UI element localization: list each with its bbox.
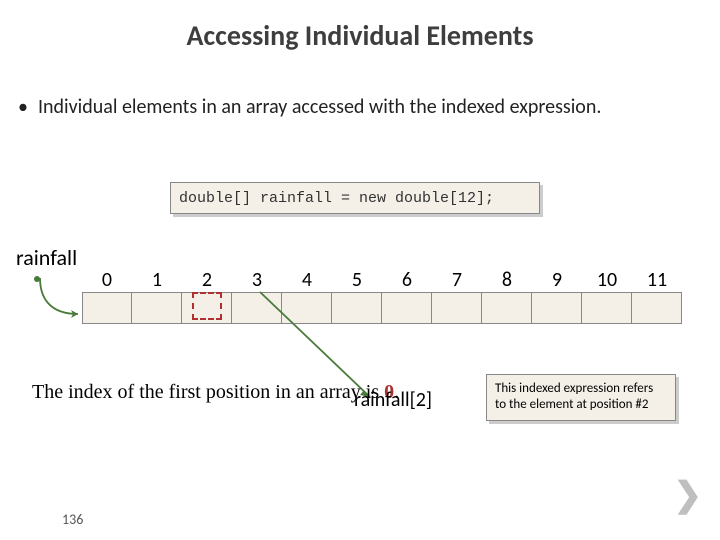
- array-cell: 10: [582, 268, 632, 324]
- note-box: This indexed expression refers to the el…: [486, 374, 676, 421]
- array-cell: 0: [82, 268, 132, 324]
- array-box: [82, 292, 132, 324]
- array-index: 7: [432, 268, 482, 292]
- array-index: 6: [382, 268, 432, 292]
- array-index: 9: [532, 268, 582, 292]
- array-variable-label: rainfall: [16, 244, 77, 271]
- note-text: This indexed expression refers to the el…: [495, 381, 653, 412]
- slide-title: Accessing Individual Elements: [0, 18, 720, 53]
- slide: { "title": "Accessing Individual Element…: [0, 0, 720, 540]
- array-box: [132, 292, 182, 324]
- bullet-text: Individual elements in an array accessed…: [38, 95, 601, 120]
- array-cell: 1: [132, 268, 182, 324]
- code-declaration-box: double[] rainfall = new double[12];: [170, 182, 540, 214]
- array-index: 2: [182, 268, 232, 292]
- code-text: double[] rainfall = new double[12];: [179, 190, 494, 207]
- array-cell: 8: [482, 268, 532, 324]
- array-cell: 2: [182, 268, 232, 324]
- array-cell: 9: [532, 268, 582, 324]
- array-row: 0 1 2 3 4 5 6 7 8 9 10 11: [82, 268, 682, 324]
- page-number: 136: [62, 511, 83, 528]
- bullet-item: • Individual elements in an array access…: [18, 95, 680, 120]
- array-index: 8: [482, 268, 532, 292]
- array-box: [382, 292, 432, 324]
- array-index: 0: [82, 268, 132, 292]
- array-box: [582, 292, 632, 324]
- array-index: 3: [232, 268, 282, 292]
- array-box: [482, 292, 532, 324]
- chevron-right-icon: ❯: [674, 475, 703, 516]
- indexed-expression: rainfall[2]: [354, 388, 432, 412]
- array-box: [632, 292, 682, 324]
- array-index: 10: [582, 268, 632, 292]
- array-box: [432, 292, 482, 324]
- pointer-arrow: [38, 276, 80, 316]
- array-index: 4: [282, 268, 332, 292]
- array-index: 1: [132, 268, 182, 292]
- array-index: 11: [632, 268, 682, 292]
- array-cell: 7: [432, 268, 482, 324]
- caption-first-index: The index of the first position in an ar…: [32, 380, 399, 405]
- array-index: 5: [332, 268, 382, 292]
- bullet-dot: •: [18, 95, 28, 119]
- array-cell: 6: [382, 268, 432, 324]
- caption-prefix: The index of the first position in an ar…: [32, 381, 384, 403]
- array-cell: 11: [632, 268, 682, 324]
- array-box: [532, 292, 582, 324]
- array-box: [182, 292, 232, 324]
